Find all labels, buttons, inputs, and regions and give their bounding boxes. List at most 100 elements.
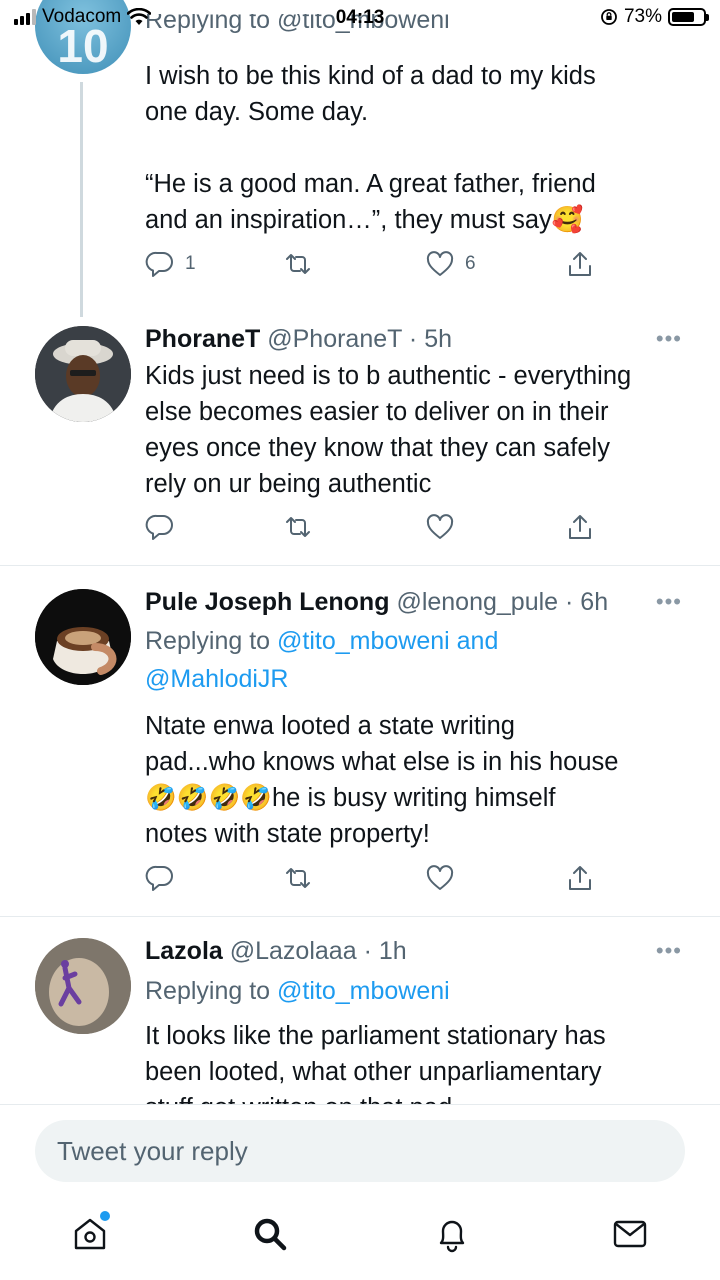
- tweet-body: It looks like the parliament stationary …: [145, 1018, 690, 1104]
- reply-icon: [145, 865, 173, 891]
- reply-context: Replying to @tito_mboweni: [145, 972, 690, 1010]
- mention-link[interactable]: @tito_mboweni: [277, 977, 450, 1005]
- tweet-3[interactable]: Pule Joseph Lenong @lenong_pule · 6h •••…: [0, 566, 720, 916]
- tweet-header: PhoraneT @PhoraneT · 5h: [145, 322, 690, 356]
- share-button[interactable]: [565, 249, 595, 279]
- reply-button[interactable]: [145, 512, 175, 542]
- like-icon: [426, 865, 454, 890]
- retweet-icon: [286, 868, 310, 888]
- author-handle[interactable]: @Lazolaaa: [230, 937, 357, 965]
- reply-context: Replying to @tito_mboweni and @MahlodiJR: [145, 622, 690, 698]
- tweet-actions: [145, 512, 605, 546]
- author-name[interactable]: Lazola: [145, 937, 223, 965]
- like-icon: [426, 514, 454, 539]
- battery-fill: [672, 12, 694, 22]
- tweet-actions: [145, 863, 605, 897]
- like-icon: [426, 251, 454, 276]
- reply-count: 1: [185, 253, 196, 274]
- share-icon: [569, 252, 591, 276]
- tab-notifications[interactable]: [432, 1214, 476, 1258]
- retweet-icon: [286, 517, 310, 537]
- battery-icon: [668, 8, 709, 26]
- tweet-line: It looks like the parliament stationary …: [145, 1022, 606, 1050]
- tweet-line: notes with state property!: [145, 820, 430, 848]
- retweet-button[interactable]: [283, 249, 313, 279]
- replying-to-label: Replying to: [145, 627, 271, 655]
- reply-button[interactable]: [145, 863, 175, 893]
- tweet-body: Kids just need is to b authentic - every…: [145, 358, 690, 502]
- tweet-body: I wish to be this kind of a dad to my ki…: [145, 58, 690, 238]
- status-right: 73%: [600, 6, 709, 28]
- share-icon: [569, 515, 591, 539]
- tweet-line: rely on ur being authentic: [145, 470, 432, 498]
- like-count: 6: [465, 253, 476, 274]
- messages-icon: [613, 1220, 647, 1248]
- tweet-1[interactable]: 10 Replying to @tito_mboweni I wish to b…: [0, 0, 720, 317]
- reply-button[interactable]: 1: [145, 249, 196, 279]
- tweet-line: else becomes easier to deliver on in the…: [145, 398, 609, 426]
- tweet-time: · 5h: [408, 325, 453, 353]
- share-button[interactable]: [565, 512, 595, 542]
- status-bar: Vodacom 04:13 73%: [0, 0, 720, 34]
- mention-link[interactable]: @tito_mboweni and: [277, 627, 498, 655]
- share-button[interactable]: [565, 863, 595, 893]
- avatar[interactable]: [35, 326, 131, 422]
- retweet-icon: [286, 254, 310, 274]
- tweet-header: Pule Joseph Lenong @lenong_pule · 6h: [145, 585, 690, 619]
- tweet-line: “He is a good man. A great father, frien…: [145, 170, 596, 198]
- more-options-icon[interactable]: •••: [656, 589, 682, 615]
- reply-icon: [145, 251, 173, 277]
- tweet-time: · 6h: [565, 588, 609, 616]
- notifications-icon: [439, 1220, 465, 1253]
- orientation-lock-icon: [601, 9, 617, 25]
- tweet-line: Ntate enwa looted a state writing: [145, 712, 515, 740]
- author-handle[interactable]: @PhoraneT: [267, 325, 402, 353]
- tab-messages[interactable]: [610, 1214, 654, 1258]
- mention-link[interactable]: @MahlodiJR: [145, 665, 288, 693]
- avatar-photo: [35, 326, 131, 422]
- tweet-line: pad...who knows what else is in his hous…: [145, 748, 619, 776]
- battery-percent: 73%: [623, 6, 662, 27]
- share-icon: [569, 866, 591, 890]
- replying-to-line: @MahlodiJR: [145, 660, 690, 698]
- tweet-line: [145, 130, 690, 166]
- replying-to-line: Replying to @tito_mboweni and: [145, 622, 690, 660]
- reply-composer: Tweet your reply: [0, 1104, 720, 1200]
- tweet-time: · 1h: [363, 937, 407, 965]
- author-line: Pule Joseph Lenong @lenong_pule · 6h: [145, 585, 690, 619]
- tab-home[interactable]: [70, 1214, 114, 1258]
- reply-input[interactable]: Tweet your reply: [35, 1120, 685, 1182]
- more-options-icon[interactable]: •••: [656, 326, 682, 352]
- tweet-line: 🤣🤣🤣🤣he is busy writing himself: [145, 784, 556, 812]
- author-line: Lazola @Lazolaaa · 1h: [145, 934, 690, 968]
- like-button[interactable]: [425, 863, 455, 893]
- avatar[interactable]: [35, 938, 131, 1034]
- tweet-line: been looted, what other unparliamentary: [145, 1058, 602, 1086]
- home-notification-dot: [100, 1211, 110, 1221]
- avatar-photo: [35, 589, 131, 685]
- tab-search[interactable]: [250, 1214, 294, 1258]
- more-options-icon[interactable]: •••: [656, 938, 682, 964]
- replying-to-label: Replying to: [145, 977, 271, 1005]
- avatar[interactable]: [35, 589, 131, 685]
- reply-icon: [145, 514, 173, 540]
- tweet-actions: 1 6: [145, 249, 605, 283]
- thread-line: [80, 82, 83, 317]
- tweet-line: eyes once they know that they can safely: [145, 434, 610, 462]
- author-name[interactable]: Pule Joseph Lenong: [145, 588, 389, 616]
- tweet-line: Kids just need is to b authentic - every…: [145, 362, 632, 390]
- like-button[interactable]: 6: [425, 249, 476, 279]
- like-button[interactable]: [425, 512, 455, 542]
- tweet-line: one day. Some day.: [145, 98, 369, 126]
- tweet-line: stuff got written on that pad: [145, 1090, 690, 1104]
- tweet-4[interactable]: Lazola @Lazolaaa · 1h ••• Replying to @t…: [0, 917, 720, 1104]
- retweet-button[interactable]: [283, 863, 313, 893]
- retweet-button[interactable]: [283, 512, 313, 542]
- author-name[interactable]: PhoraneT: [145, 325, 260, 353]
- author-handle[interactable]: @lenong_pule: [396, 588, 558, 616]
- search-icon: [254, 1218, 287, 1251]
- tweet-line: and an inspiration…”, they must say🥰: [145, 206, 584, 234]
- tweet-2[interactable]: PhoraneT @PhoraneT · 5h ••• Kids just ne…: [0, 316, 720, 565]
- replying-to-line: Replying to @tito_mboweni: [145, 972, 690, 1010]
- tweet-header: Lazola @Lazolaaa · 1h: [145, 934, 690, 968]
